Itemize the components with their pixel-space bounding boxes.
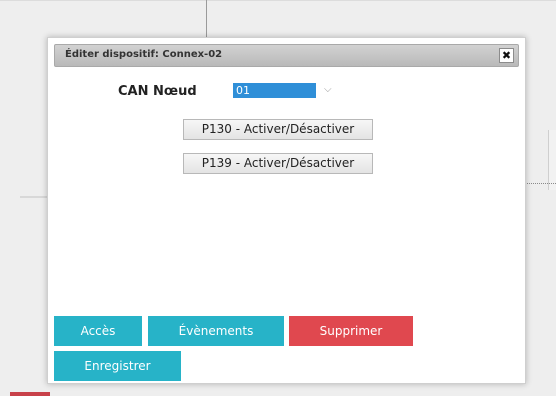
close-button[interactable]: ✖: [499, 48, 514, 63]
background-red-indicator: [10, 392, 50, 396]
chevron-down-icon[interactable]: ⌵: [324, 84, 332, 95]
p130-toggle-button[interactable]: P130 - Activer/Désactiver: [183, 119, 373, 140]
background-divider: [206, 0, 207, 40]
dialog-titlebar[interactable]: Éditer dispositif: Connex-02 ✖: [54, 44, 519, 67]
background-side-panel: [548, 130, 556, 190]
p139-toggle-button[interactable]: P139 - Activer/Désactiver: [183, 153, 373, 174]
save-button[interactable]: Enregistrer: [54, 351, 181, 381]
background-fragment: [20, 196, 50, 198]
edit-device-dialog: Éditer dispositif: Connex-02 ✖ CAN Nœud …: [47, 37, 526, 384]
can-node-select[interactable]: 01 ⌵: [233, 83, 337, 99]
background-top-border: [0, 0, 556, 1]
can-node-selected-value[interactable]: 01: [233, 83, 316, 98]
events-button[interactable]: Évènements: [148, 316, 284, 346]
dialog-title: Éditer dispositif: Connex-02: [65, 49, 223, 60]
delete-button[interactable]: Supprimer: [289, 316, 413, 346]
access-button[interactable]: Accès: [54, 316, 142, 346]
can-node-label: CAN Nœud: [118, 84, 197, 99]
